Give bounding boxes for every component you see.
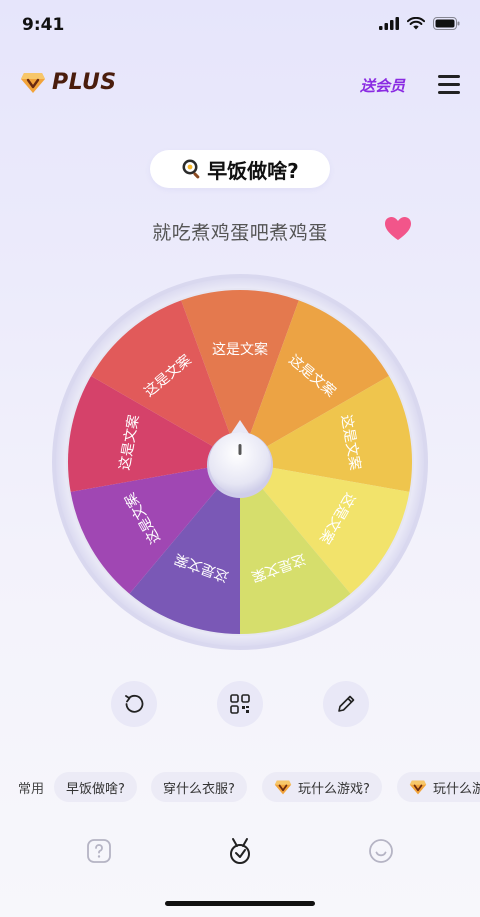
qr-code-button[interactable] <box>217 681 263 727</box>
vip-diamond-icon <box>409 780 427 794</box>
vip-diamond-icon <box>274 780 292 794</box>
menu-icon <box>438 75 460 78</box>
menu-icon-bar <box>438 83 460 86</box>
edit-button[interactable] <box>323 681 369 727</box>
favorite-heart-icon[interactable] <box>384 216 412 242</box>
wifi-icon <box>407 17 425 30</box>
preset-chip-text: 玩什么游戏? <box>298 781 370 797</box>
tab-wheel[interactable] <box>225 836 255 866</box>
preset-row: 常用 早饭做啥? 穿什么衣服? 玩什么游戏? 玩什么游 <box>0 770 480 804</box>
spin-wheel[interactable]: 这是文案 这是文案 这是文案 这是文案 这是文案 这是文案 这是文案 这是文案 这是文案 <box>50 272 430 652</box>
preset-chip-text: 玩什么游 <box>433 781 480 797</box>
spin-knob[interactable] <box>209 432 271 494</box>
diamond-icon <box>21 72 45 93</box>
smile-icon <box>369 839 393 863</box>
spin-knob-indicator <box>238 444 242 455</box>
status-time: 9:41 <box>22 15 65 35</box>
preset-chip[interactable]: 早饭做啥? <box>54 772 137 802</box>
reset-button[interactable] <box>111 681 157 727</box>
preset-label: 常用 <box>18 782 45 797</box>
qr-code-icon <box>230 694 250 714</box>
brand-logo: PLUS <box>20 70 117 95</box>
tab-help[interactable] <box>84 836 114 866</box>
header: PLUS 送会员 <box>0 60 480 108</box>
preset-chip-text: 早饭做啥? <box>66 781 125 797</box>
preset-chip[interactable]: 穿什么衣服? <box>151 772 247 802</box>
pencil-icon <box>338 695 355 712</box>
question-pill[interactable]: 早饭做啥? <box>150 150 330 188</box>
menu-icon-bar <box>438 91 460 94</box>
wheel-svg: 这是文案这是文案这是文案这是文案这是文案这是文案这是文案这是文案这是文案 <box>52 274 428 650</box>
tab-bar <box>0 826 480 876</box>
battery-icon <box>433 17 460 30</box>
preset-chip-text: 穿什么衣服? <box>163 781 235 797</box>
signal-icon <box>379 17 399 30</box>
brand-name: PLUS <box>52 70 117 95</box>
preset-chip-vip[interactable]: 玩什么游戏? <box>262 772 382 802</box>
gift-vip-link[interactable]: 送会员 <box>360 75 405 96</box>
help-icon <box>87 839 111 863</box>
rotate-ccw-icon <box>125 694 144 713</box>
preset-chip-vip[interactable]: 玩什么游 <box>397 772 480 802</box>
status-bar: 9:41 <box>0 0 480 52</box>
wheel-slice-label: 这是文案 <box>212 341 268 358</box>
menu-button[interactable] <box>436 72 462 96</box>
home-indicator <box>165 901 315 906</box>
frying-pan-icon <box>182 159 200 179</box>
status-icons <box>379 17 460 30</box>
medal-icon <box>230 838 250 864</box>
tab-profile[interactable] <box>366 836 396 866</box>
question-text: 早饭做啥? <box>207 158 299 183</box>
